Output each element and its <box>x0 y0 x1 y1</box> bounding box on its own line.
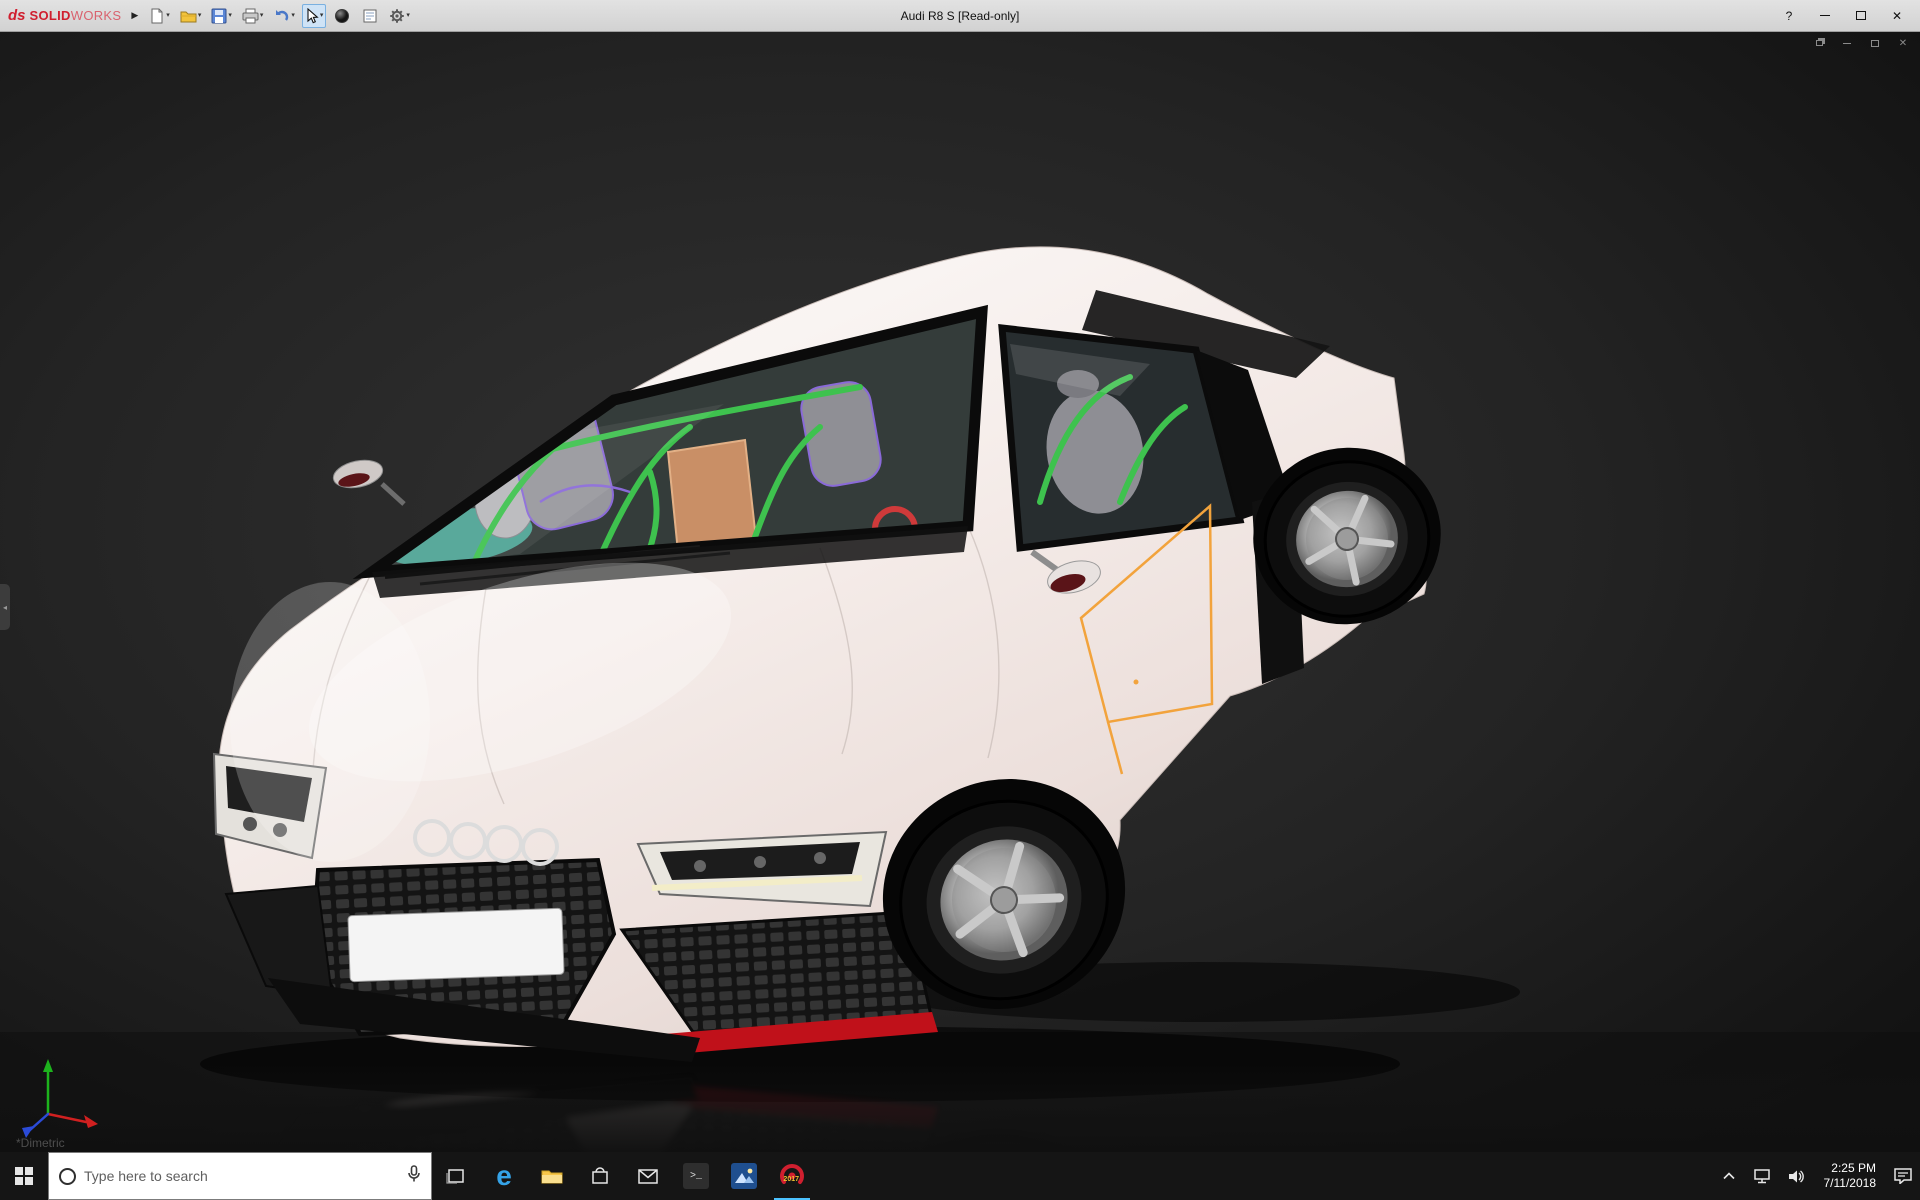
microphone-icon[interactable] <box>407 1164 421 1188</box>
options-gear-button[interactable]: ▾ <box>386 4 413 28</box>
maximize-button[interactable] <box>1852 7 1870 25</box>
windows-logo-icon <box>15 1167 33 1185</box>
dropdown-caret-icon[interactable]: ▾ <box>260 12 264 19</box>
minimize-button[interactable] <box>1816 7 1834 25</box>
new-document-icon <box>149 8 165 24</box>
license-plate <box>347 907 565 983</box>
save-floppy-icon <box>211 8 227 24</box>
minimize-icon <box>1843 42 1851 44</box>
drawing-sheet-icon <box>362 8 378 24</box>
volume-icon <box>1788 1169 1806 1184</box>
hidden-icons-button[interactable] <box>1712 1152 1746 1200</box>
dropdown-caret-icon[interactable]: ▾ <box>291 12 295 19</box>
network-button[interactable] <box>1746 1152 1780 1200</box>
file-explorer-button[interactable] <box>528 1152 576 1200</box>
search-input[interactable] <box>84 1168 399 1184</box>
taskbar-clock[interactable]: 2:25 PM 7/11/2018 <box>1814 1152 1887 1200</box>
action-center-icon <box>1894 1168 1912 1184</box>
menu-flyout-arrow-icon[interactable]: ▶ <box>127 8 142 23</box>
store-button[interactable] <box>576 1152 624 1200</box>
close-button[interactable]: ✕ <box>1888 7 1906 25</box>
new-document-button[interactable]: ▾ <box>146 4 173 28</box>
store-icon <box>591 1167 609 1185</box>
undo-button[interactable]: ▾ <box>270 4 298 28</box>
doc-close-button[interactable]: ✕ <box>1896 37 1910 49</box>
solidworks-taskbar-button[interactable]: 2017 <box>768 1152 816 1200</box>
appearance-sphere-button[interactable] <box>330 4 354 28</box>
terminal-icon: >_ <box>683 1163 709 1189</box>
volume-button[interactable] <box>1780 1152 1814 1200</box>
save-button[interactable]: ▾ <box>208 4 235 28</box>
dropdown-caret-icon[interactable]: ▾ <box>406 12 410 19</box>
doc-cascade-button[interactable] <box>1812 37 1826 49</box>
document-window-controls: ✕ <box>1812 37 1910 49</box>
clock-date: 7/11/2018 <box>1823 1176 1877 1190</box>
action-center-button[interactable] <box>1886 1152 1920 1200</box>
clock-time: 2:25 PM <box>1831 1161 1876 1175</box>
minimize-icon <box>1820 15 1830 16</box>
chevron-up-icon <box>1722 1172 1735 1180</box>
task-view-button[interactable] <box>432 1152 480 1200</box>
photos-button[interactable] <box>720 1152 768 1200</box>
terminal-button[interactable]: >_ <box>672 1152 720 1200</box>
mail-icon <box>638 1168 658 1184</box>
system-tray: 2:25 PM 7/11/2018 <box>1712 1152 1920 1200</box>
brand-text-light: WORKS <box>70 7 122 23</box>
doc-maximize-button[interactable] <box>1868 37 1882 49</box>
brand-text-bold: SOLID <box>29 7 71 23</box>
maximize-icon <box>1856 11 1866 20</box>
dropdown-caret-icon[interactable]: ▾ <box>228 12 232 19</box>
open-button[interactable]: ▾ <box>177 4 205 28</box>
photos-icon <box>731 1163 757 1189</box>
graphics-viewport[interactable]: ✕ ◂ *Dimetric <box>0 32 1920 1152</box>
select-tool-button[interactable]: ▾ <box>301 3 327 28</box>
start-button[interactable] <box>0 1152 48 1200</box>
maximize-icon <box>1871 39 1879 47</box>
solidworks-icon: 2017 <box>778 1162 806 1190</box>
edge-button[interactable]: e <box>480 1152 528 1200</box>
help-button[interactable]: ? <box>1780 7 1798 25</box>
drawing-sheet-button[interactable] <box>358 4 382 28</box>
view-orientation-label: *Dimetric <box>16 1136 65 1150</box>
open-folder-icon <box>180 8 197 24</box>
3ds-logo-icon: ds <box>8 7 26 24</box>
title-bar: ds SOLIDWORKS ▶ ▾ ▾ ▾ ▾ ▾ ▾ ▾ Audi R8 S … <box>0 0 1920 32</box>
cascade-windows-icon <box>1815 40 1823 46</box>
solidworks-version-badge: 2017 <box>783 1176 799 1183</box>
model-scene <box>0 32 1920 1152</box>
appearance-sphere-icon <box>334 8 350 24</box>
edge-icon: e <box>496 1160 512 1191</box>
dropdown-caret-icon[interactable]: ▾ <box>320 12 324 19</box>
taskbar-search[interactable] <box>48 1152 432 1200</box>
windows-taskbar: e >_ 2017 <box>0 1152 1920 1200</box>
window-title: Audi R8 S [Read-only] <box>900 9 1020 23</box>
file-explorer-icon <box>541 1167 563 1185</box>
select-cursor-icon <box>305 7 319 24</box>
undo-arrow-icon <box>273 8 290 24</box>
print-button[interactable]: ▾ <box>239 4 267 28</box>
task-view-icon <box>446 1167 466 1185</box>
options-gear-icon <box>389 8 405 24</box>
right-headlight <box>636 830 888 908</box>
cortana-icon <box>59 1167 76 1185</box>
solidworks-logo: ds SOLIDWORKS <box>8 7 121 25</box>
dropdown-caret-icon[interactable]: ▾ <box>198 12 202 19</box>
mail-button[interactable] <box>624 1152 672 1200</box>
dropdown-caret-icon[interactable]: ▾ <box>166 12 170 19</box>
doc-minimize-button[interactable] <box>1840 37 1854 49</box>
print-icon <box>242 8 259 24</box>
panel-collapse-tab[interactable]: ◂ <box>0 584 10 630</box>
network-icon <box>1753 1168 1772 1184</box>
